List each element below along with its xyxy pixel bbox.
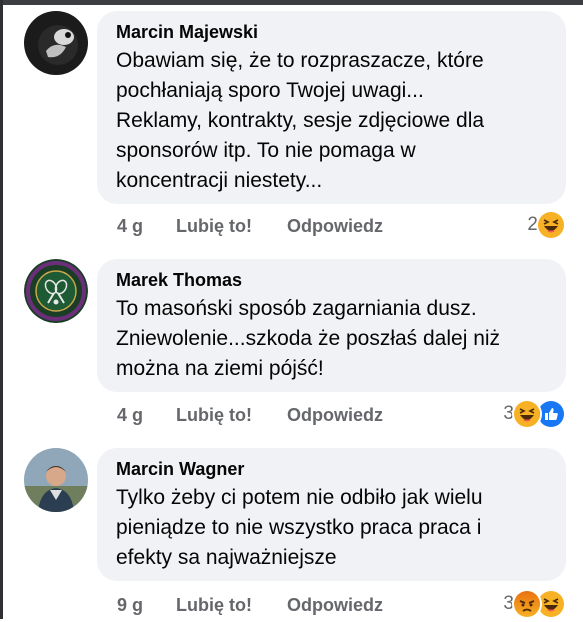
reply-link[interactable]: Odpowiedz bbox=[287, 214, 383, 238]
like-link[interactable]: Lubię to! bbox=[176, 214, 252, 238]
comment-text-line: sponsorów itp. To nie pomaga w bbox=[116, 139, 416, 162]
comment-timestamp[interactable]: 9 g bbox=[117, 593, 143, 617]
like-link[interactable]: Lubię to! bbox=[176, 403, 252, 427]
like-link[interactable]: Lubię to! bbox=[176, 593, 252, 617]
avatar-marcin-wagner[interactable] bbox=[24, 448, 88, 512]
comment-author[interactable]: Marcin Wagner bbox=[116, 458, 548, 480]
reply-link[interactable]: Odpowiedz bbox=[287, 593, 383, 617]
comment-text-line: koncentracji niestety... bbox=[116, 169, 323, 192]
comment-bubble: Marcin Majewski Obawiam się, że to rozpr… bbox=[97, 11, 566, 204]
comment-text-line: Obawiam się, że to rozpraszacze, które bbox=[116, 49, 484, 72]
reaction-summary[interactable]: 3 bbox=[503, 589, 566, 619]
window-top-edge bbox=[0, 0, 583, 5]
comment-text-line: Reklamy, kontrakty, sesje zdjęciowe dla bbox=[116, 109, 485, 132]
avatar-marek-thomas[interactable] bbox=[24, 259, 88, 323]
comment-text: Tylko żeby ci potem nie odbiło jak wielu… bbox=[116, 483, 548, 573]
reaction-summary[interactable]: 3 bbox=[503, 399, 566, 429]
comment-text-line: pieniądze to nie wszystko praca praca i bbox=[116, 516, 482, 539]
comment-text-line: efekty sa najważniejsze bbox=[116, 546, 337, 569]
comment-text-line: Tylko żeby ci potem nie odbiło jak wielu bbox=[116, 486, 483, 509]
comment-text-line: To masoński sposób zagarniania dusz. bbox=[116, 297, 477, 320]
avatar-marcin-majewski[interactable] bbox=[24, 11, 88, 75]
haha-reaction-icon bbox=[536, 210, 566, 240]
comment-text-line: pochłaniają sporo Twojej uwagi... bbox=[116, 79, 424, 102]
reaction-summary[interactable]: 2 bbox=[527, 210, 566, 240]
comment-timestamp[interactable]: 4 g bbox=[117, 403, 143, 427]
window-left-edge bbox=[0, 0, 3, 619]
comment-author[interactable]: Marek Thomas bbox=[116, 269, 548, 291]
reply-link[interactable]: Odpowiedz bbox=[287, 403, 383, 427]
comment-author[interactable]: Marcin Majewski bbox=[116, 21, 548, 43]
comment-bubble: Marcin Wagner Tylko żeby ci potem nie od… bbox=[97, 448, 566, 581]
comment-bubble: Marek Thomas To masoński sposób zagarnia… bbox=[97, 259, 566, 392]
comment-text-line: Zniewolenie...szkoda że poszłaś dalej ni… bbox=[116, 327, 501, 350]
haha-reaction-icon bbox=[512, 399, 542, 429]
angry-reaction-icon bbox=[512, 589, 542, 619]
comment-text-line: można na ziemi pójść! bbox=[116, 357, 324, 380]
comment-text: Obawiam się, że to rozpraszacze, które p… bbox=[116, 46, 548, 196]
comment-timestamp[interactable]: 4 g bbox=[117, 214, 143, 238]
comment-text: To masoński sposób zagarniania dusz. Zni… bbox=[116, 294, 548, 384]
